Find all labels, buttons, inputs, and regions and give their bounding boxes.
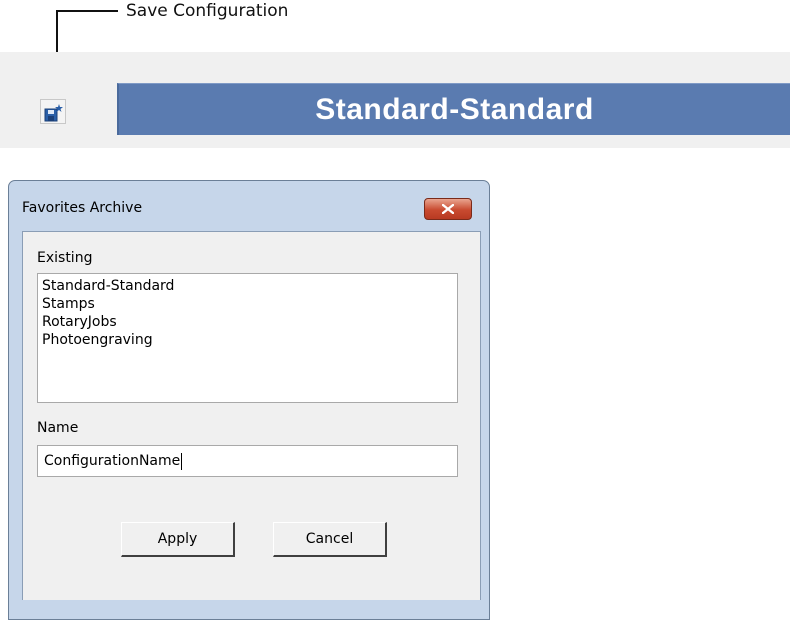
callout-label: Save Configuration: [126, 1, 289, 21]
existing-configurations-list[interactable]: Standard-Standard Stamps RotaryJobs Phot…: [37, 273, 458, 403]
text-caret: [181, 452, 183, 470]
list-item[interactable]: Photoengraving: [42, 331, 457, 349]
save-star-icon: [44, 104, 63, 122]
list-item[interactable]: Stamps: [42, 295, 457, 313]
current-configuration-banner: Standard-Standard: [117, 83, 790, 135]
apply-button[interactable]: Apply: [121, 522, 235, 557]
cancel-button[interactable]: Cancel: [273, 522, 387, 557]
save-configuration-button[interactable]: [40, 99, 66, 124]
existing-label: Existing: [37, 250, 93, 266]
callout-line: [56, 10, 118, 12]
name-label: Name: [37, 420, 79, 436]
name-input[interactable]: ConfigurationName: [37, 445, 458, 477]
close-icon: [442, 204, 454, 214]
name-input-value: ConfigurationName: [44, 453, 181, 469]
current-configuration-name: Standard-Standard: [315, 92, 594, 126]
list-item[interactable]: Standard-Standard: [42, 277, 457, 295]
list-item[interactable]: RotaryJobs: [42, 313, 457, 331]
close-button[interactable]: [424, 198, 472, 220]
dialog-title: Favorites Archive: [22, 200, 143, 216]
